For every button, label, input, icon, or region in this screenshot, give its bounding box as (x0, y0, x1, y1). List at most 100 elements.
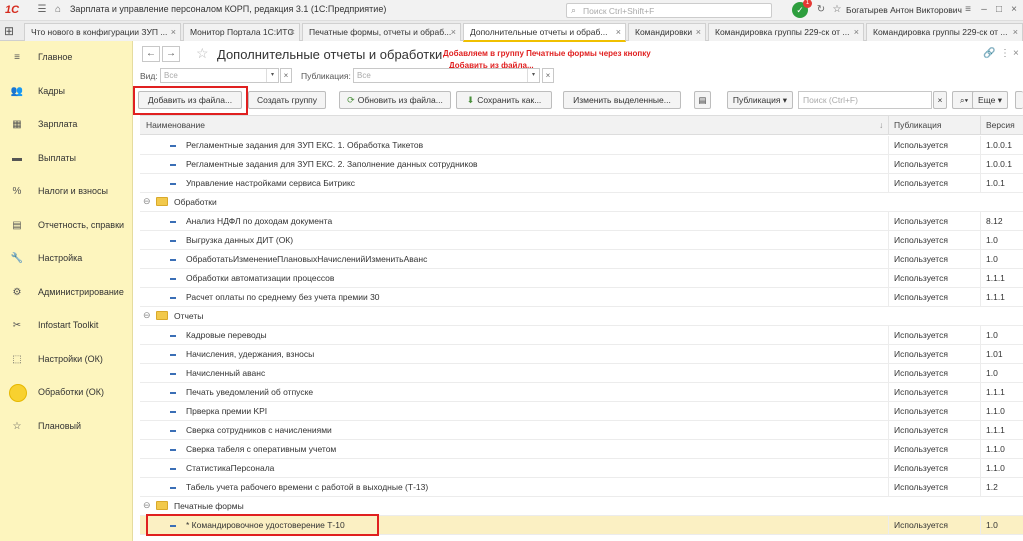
maximize-icon[interactable]: □ (993, 4, 1005, 16)
table-row[interactable]: Сверка сотрудников с начислениями Использ… (140, 421, 1023, 440)
filter-pub-clear-button[interactable]: × (542, 68, 554, 83)
highlight-box-add-button (133, 86, 248, 115)
table-row[interactable]: Кадровые переводы Используется 1.0 (140, 326, 1023, 345)
minimize-icon[interactable]: – (978, 4, 990, 16)
sidebar-item-settings-ok[interactable]: ⬚ Настройки (ОК) (0, 346, 133, 374)
table-row[interactable]: Анализ НДФЛ по доходам документа Использу… (140, 212, 1023, 231)
more-button[interactable]: Еще ▾ (972, 91, 1008, 109)
table-row[interactable]: Сверка табеля с оперативным учетом Исполь… (140, 440, 1023, 459)
table-row[interactable]: Начисления, удержания, взносы Используетс… (140, 345, 1023, 364)
chevron-down-icon[interactable]: ▾ (266, 69, 278, 82)
row-name: Выгрузка данных ДИТ (ОК) (186, 235, 294, 245)
link-icon[interactable]: 🔗 (983, 48, 995, 59)
tab-additional-reports[interactable]: Дополнительные отчеты и обраб... × (463, 23, 626, 42)
favorite-star-icon[interactable]: ☆ (196, 45, 209, 62)
notifications-button[interactable]: ✓ 1 (792, 0, 812, 18)
table-row[interactable]: Выгрузка данных ДИТ (ОК) Используется 1.0 (140, 231, 1023, 250)
tab-portal-monitor[interactable]: Монитор Портала 1С:ИТС × (183, 23, 300, 41)
table-row[interactable]: Печать уведомлений об отпуске Используетс… (140, 383, 1023, 402)
sidebar-item-taxes[interactable]: % Налоги и взносы (0, 178, 133, 206)
filter-kind-clear-button[interactable]: × (280, 68, 292, 83)
close-icon[interactable]: × (616, 24, 621, 40)
table-group-row[interactable]: ⊖ Обработки (140, 193, 1023, 212)
more-vertical-icon[interactable]: ⋮ (1000, 48, 1010, 59)
grid-icon[interactable]: ⊞ (4, 24, 18, 38)
close-icon[interactable]: × (696, 24, 701, 41)
sidebar-item-hr[interactable]: 👥 Кадры (0, 78, 133, 106)
chevron-down-icon[interactable]: ▾ (527, 69, 539, 82)
row-publication: Используется (894, 178, 948, 188)
favorites-icon[interactable]: ☆ (831, 4, 843, 16)
back-button[interactable]: ← (142, 46, 160, 62)
menu-icon[interactable]: ☰ (36, 4, 48, 16)
table-row[interactable]: СтатистикаПерсонала Используется 1.1.0 (140, 459, 1023, 478)
sort-desc-icon[interactable]: ↓ (879, 120, 883, 130)
update-from-file-button[interactable]: ⟳ Обновить из файла... (339, 91, 451, 109)
filter-kind-select[interactable]: Все ▾ (160, 68, 279, 83)
table-row[interactable]: Расчет оплаты по среднему без учета прем… (140, 288, 1023, 307)
table-group-row[interactable]: ⊖ Отчеты (140, 307, 1023, 326)
sidebar-item-admin[interactable]: ⚙ Администрирование (0, 279, 133, 307)
tab-print-forms[interactable]: Печатные формы, отчеты и обраб... × (302, 23, 461, 41)
table-row[interactable]: Начисленный аванс Используется 1.0 (140, 364, 1023, 383)
publication-dropdown[interactable]: Публикация ▾ (727, 91, 793, 109)
table-header: Наименование ↓ Публикация Версия (140, 116, 1023, 135)
close-icon[interactable]: × (854, 24, 859, 41)
sidebar-item-salary[interactable]: ▦ Зарплата (0, 111, 133, 139)
table-row[interactable]: Обработки автоматизации процессов Использ… (140, 269, 1023, 288)
extra-button[interactable] (1015, 91, 1023, 109)
table-row[interactable]: Регламентные задания для ЗУП ЕКС. 1. Обр… (140, 136, 1023, 155)
row-name: Прверка премии KPI (186, 406, 268, 416)
save-as-button[interactable]: ⬇ Сохранить как... (456, 91, 552, 109)
table-row[interactable]: ОбработатьИзменениеПлановыхНачисленийИзм… (140, 250, 1023, 269)
column-separator (888, 402, 889, 421)
tab-trip-group-1[interactable]: Командировка группы 229-ск от ... × (708, 23, 864, 41)
forward-button[interactable]: → (162, 46, 180, 62)
wallet-icon: ▬ (12, 153, 22, 164)
row-version: 8.12 (986, 216, 1003, 226)
home-icon[interactable]: ⌂ (52, 4, 64, 16)
tab-whats-new[interactable]: Что нового в конфигурации ЗУП ... × (24, 23, 181, 41)
collapse-icon[interactable]: ⊖ (143, 310, 151, 321)
column-header-publication[interactable]: Публикация (894, 120, 942, 130)
star-icon: ☆ (12, 421, 22, 432)
close-icon[interactable]: × (290, 24, 295, 41)
sidebar-item-main[interactable]: ≡ Главное (0, 44, 133, 72)
sidebar-item-payments[interactable]: ▬ Выплаты (0, 145, 133, 173)
sidebar-item-processing-ok[interactable]: Обработки (ОК) (0, 379, 133, 407)
close-icon[interactable]: × (1013, 48, 1019, 59)
tab-trip-group-2[interactable]: Командировка группы 229-ск от ... × (866, 23, 1023, 41)
sidebar-item-infostart[interactable]: ✂ Infostart Toolkit (0, 312, 133, 340)
table-row[interactable]: Управление настройками сервиса Битрикс Ис… (140, 174, 1023, 193)
sidebar-item-reporting[interactable]: ▤ Отчетность, справки (0, 212, 133, 240)
create-group-button[interactable]: Создать группу (248, 91, 326, 109)
sidebar-item-planned[interactable]: ☆ Плановый (0, 413, 133, 441)
item-icon (170, 487, 176, 489)
sidebar-item-setup[interactable]: 🔧 Настройка (0, 245, 133, 273)
close-icon[interactable]: × (171, 24, 176, 41)
item-icon (170, 259, 176, 261)
history-icon[interactable]: ↻ (815, 4, 827, 16)
search-input[interactable]: Поиск (Ctrl+F) (798, 91, 932, 109)
search-clear-button[interactable]: × (933, 91, 947, 109)
column-separator (888, 459, 889, 478)
collapse-icon[interactable]: ⊖ (143, 196, 151, 207)
collapse-icon[interactable]: ⊖ (143, 500, 151, 511)
change-selected-button[interactable]: Изменить выделенные... (563, 91, 681, 109)
filter-pub-label: Публикация: (301, 71, 351, 81)
column-header-version[interactable]: Версия (986, 120, 1015, 130)
filter-pub-select[interactable]: Все ▾ (353, 68, 540, 83)
user-name[interactable]: Богатырев Антон Викторович (846, 5, 962, 15)
close-icon[interactable]: × (1008, 4, 1020, 16)
tab-trips[interactable]: Командировки × (628, 23, 706, 41)
table-row[interactable]: Регламентные задания для ЗУП ЕКС. 2. Зап… (140, 155, 1023, 174)
settings-icon[interactable]: ≡ (962, 4, 974, 16)
table-row[interactable]: Прверка премии KPI Используется 1.1.0 (140, 402, 1023, 421)
table-row[interactable]: Табель учета рабочего времени с работой … (140, 478, 1023, 497)
column-header-name[interactable]: Наименование (146, 120, 205, 130)
report-icon: ▤ (12, 220, 22, 231)
close-icon[interactable]: × (451, 24, 456, 41)
close-icon[interactable]: × (1013, 24, 1018, 41)
list-settings-button[interactable]: ▤ (694, 91, 711, 109)
global-search-input[interactable]: ⌕ Поиск Ctrl+Shift+F (566, 3, 772, 18)
